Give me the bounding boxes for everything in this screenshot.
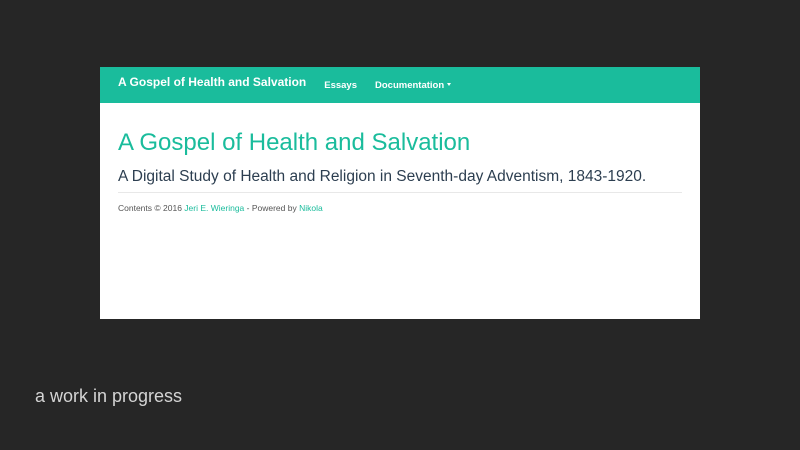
- page-title: A Gospel of Health and Salvation: [118, 129, 471, 156]
- nav-item-documentation-label: Documentation: [375, 79, 445, 91]
- caret-down-icon: [447, 83, 452, 87]
- slide-caption: a work in progress: [35, 386, 183, 406]
- website-screenshot: A Gospel of Health and Salvation Essays …: [100, 67, 700, 319]
- page-content: A Gospel of Health and Salvation A Digit…: [100, 129, 700, 213]
- navbar-brand-link[interactable]: A Gospel of Health and Salvation: [118, 75, 306, 89]
- navbar: A Gospel of Health and Salvation Essays …: [100, 67, 700, 103]
- nikola-link[interactable]: Nikola: [299, 203, 323, 213]
- nav-item-essays[interactable]: Essays: [324, 80, 357, 91]
- author-link[interactable]: Jeri E. Wieringa: [184, 203, 244, 213]
- divider: [118, 192, 682, 193]
- footer-prefix: Contents © 2016: [118, 203, 185, 213]
- page-subtitle: A Digital Study of Health and Religion i…: [118, 168, 647, 185]
- footer: Contents © 2016 Jeri E. Wieringa - Power…: [118, 203, 682, 213]
- footer-middle: - Powered by: [244, 203, 300, 213]
- nav-item-documentation[interactable]: Documentation: [375, 79, 452, 91]
